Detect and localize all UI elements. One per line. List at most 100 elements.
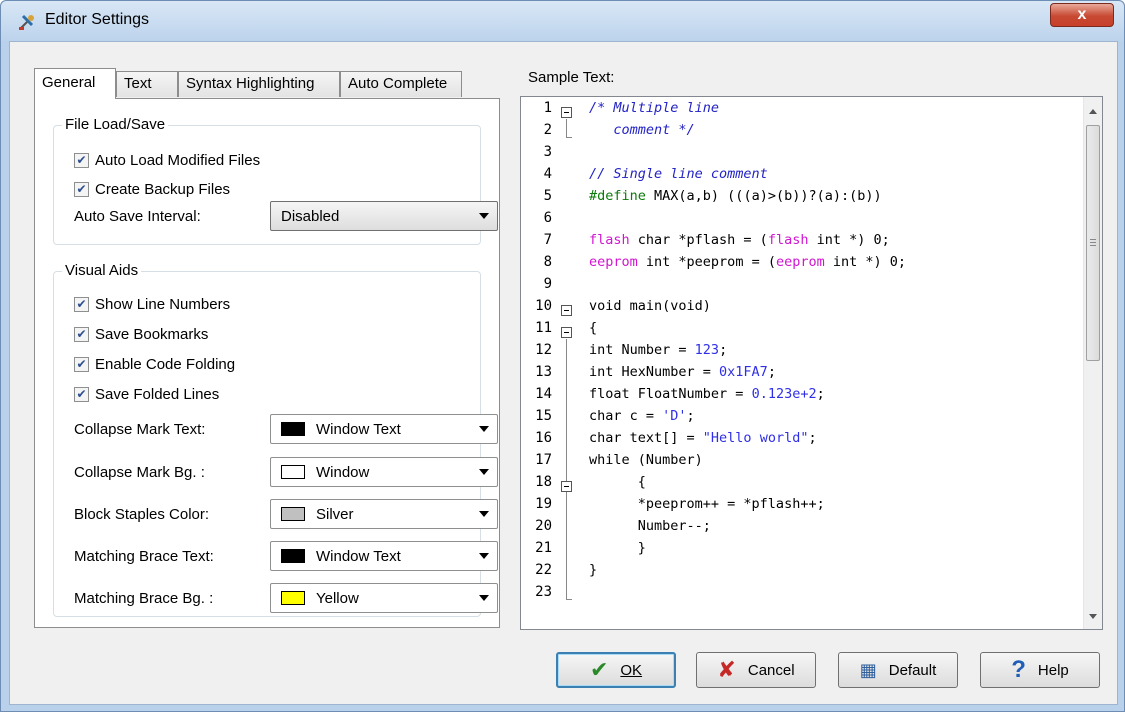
button-label: Cancel [747, 661, 795, 679]
cancel-button[interactable]: ✘ Cancel [696, 652, 816, 688]
code-token: ; [808, 430, 817, 446]
code-line-21: } [589, 540, 646, 556]
code-line-22: } [589, 562, 598, 578]
fold-minus-icon[interactable] [561, 305, 572, 316]
checkmark-icon: ✔ [589, 657, 609, 682]
line-number: 21 [535, 540, 552, 556]
line-number: 10 [535, 298, 552, 314]
block-staple-end [566, 599, 572, 600]
button-label: Help [1037, 661, 1069, 679]
matching-brace-bg-select[interactable]: Yellow [270, 583, 498, 613]
line-number: 19 [535, 496, 552, 512]
code-token: ; [767, 364, 776, 380]
matching-brace-text-select[interactable]: Window Text [270, 541, 498, 571]
code-token: ; [686, 408, 695, 424]
line-number: 12 [535, 342, 552, 358]
line-number-gutter: 1 2 3 4 5 6 7 8 9 10 11 12 13 14 15 16 17 18 19 20 21 22 23 [521, 97, 557, 629]
show-line-numbers-checkbox[interactable]: ✔ Show Line Numbers [74, 294, 230, 314]
tab-syntax-highlighting[interactable]: Syntax Highlighting [178, 71, 340, 97]
code-line-19: *peeprom++ = *pflash++; [589, 496, 825, 512]
code-token: flash [589, 232, 630, 248]
fold-minus-icon[interactable] [561, 107, 572, 118]
enable-code-folding-checkbox[interactable]: ✔ Enable Code Folding [74, 354, 235, 374]
code-token: eeprom [589, 254, 638, 270]
scroll-thumb[interactable] [1086, 125, 1100, 361]
block-staples-color-select[interactable]: Silver [270, 499, 498, 529]
default-button[interactable]: ▦ Default [838, 652, 958, 688]
scroll-up-arrow-icon[interactable] [1089, 109, 1097, 114]
checkbox-label: Show Line Numbers [95, 295, 231, 313]
line-number: 4 [543, 166, 552, 182]
line-number: 16 [535, 430, 552, 446]
tab-general[interactable]: General [34, 68, 116, 99]
line-number: 23 [535, 584, 552, 600]
select-value: Yellow [316, 589, 359, 607]
tab-text[interactable]: Text [116, 71, 178, 97]
matching-brace-bg-label: Matching Brace Bg. : [74, 590, 214, 607]
settings-tools-icon [19, 14, 34, 30]
dropdown-arrow-icon [479, 511, 489, 517]
save-bookmarks-checkbox[interactable]: ✔ Save Bookmarks [74, 324, 208, 344]
checkbox-label: Save Bookmarks [95, 325, 209, 343]
line-number: 3 [543, 144, 552, 160]
save-folded-lines-checkbox[interactable]: ✔ Save Folded Lines [74, 384, 219, 404]
code-line-5: #define MAX(a,b) (((a)>(b))?(a):(b)) [589, 185, 882, 207]
code-token: flash [767, 232, 809, 248]
dropdown-arrow-icon [479, 469, 489, 475]
dropdown-arrow-icon [479, 553, 489, 559]
checkmark-icon: ✔ [74, 181, 89, 197]
select-value: Disabled [281, 207, 340, 225]
button-label: OK [620, 661, 643, 679]
auto-save-interval-select[interactable]: Disabled [270, 201, 498, 231]
collapse-mark-bg-select[interactable]: Window [270, 457, 498, 487]
close-button[interactable]: x [1050, 3, 1114, 27]
tab-auto-complete[interactable]: Auto Complete [340, 71, 462, 97]
code-token: 'D' [662, 408, 687, 424]
dropdown-arrow-icon [479, 426, 489, 432]
code-token: 123 [694, 342, 720, 358]
code-line-13: int HexNumber = 0x1FA7; [589, 361, 776, 383]
code-line-17: while (Number) [589, 452, 703, 468]
auto-load-modified-files-checkbox[interactable]: ✔ Auto Load Modified Files [74, 150, 260, 170]
select-value: Window [316, 463, 370, 481]
code-token: int *) 0; [824, 254, 907, 270]
scroll-down-arrow-icon[interactable] [1089, 614, 1097, 619]
group-title-file-load-save: File Load/Save [62, 116, 169, 133]
code-line-11: { [589, 320, 598, 336]
code-area: /* Multiple line comment */ // Single li… [589, 97, 1080, 629]
checkbox-label: Enable Code Folding [95, 355, 236, 373]
code-token: char *pflash = ( [629, 232, 768, 248]
line-number: 15 [535, 408, 552, 424]
ok-button[interactable]: ✔ OK [556, 652, 676, 688]
line-number: 17 [535, 452, 552, 468]
fold-margin [557, 97, 577, 629]
sample-text-editor[interactable]: 1 2 3 4 5 6 7 8 9 10 11 12 13 14 15 16 17 18 19 20 21 22 23 /*… [520, 96, 1103, 630]
code-token: eeprom [775, 254, 825, 270]
code-line-16: char text[] = "Hello world"; [589, 427, 817, 449]
help-button[interactable]: ? Help [980, 652, 1100, 688]
fold-minus-icon[interactable] [561, 481, 572, 492]
question-mark-icon: ? [1011, 656, 1026, 683]
code-token: int Number = [589, 342, 695, 358]
auto-save-interval-label: Auto Save Interval: [74, 208, 201, 225]
select-value: Window Text [316, 420, 401, 438]
block-staple [566, 119, 567, 137]
line-number: 6 [543, 210, 552, 226]
code-line-10: void main(void) [589, 298, 711, 314]
grip-icon [1090, 239, 1096, 240]
checkmark-icon: ✔ [74, 386, 89, 402]
collapse-mark-text-select[interactable]: Window Text [270, 414, 498, 444]
x-cross-icon: ✘ [717, 657, 736, 682]
title-bar: Editor Settings x [1, 1, 1124, 41]
code-token: int *) 0; [808, 232, 890, 248]
vertical-scrollbar[interactable] [1083, 97, 1102, 629]
code-token: MAX(a,b) (((a)>(b))?(a):(b)) [645, 188, 882, 204]
code-line-15: char c = 'D'; [589, 405, 695, 427]
line-number: 9 [543, 276, 552, 292]
select-value: Silver [316, 505, 354, 523]
group-title-visual-aids: Visual Aids [62, 262, 142, 279]
code-line-4: // Single line comment [589, 166, 768, 182]
code-token: ; [816, 386, 825, 402]
fold-minus-icon[interactable] [561, 327, 572, 338]
create-backup-files-checkbox[interactable]: ✔ Create Backup Files [74, 179, 230, 199]
